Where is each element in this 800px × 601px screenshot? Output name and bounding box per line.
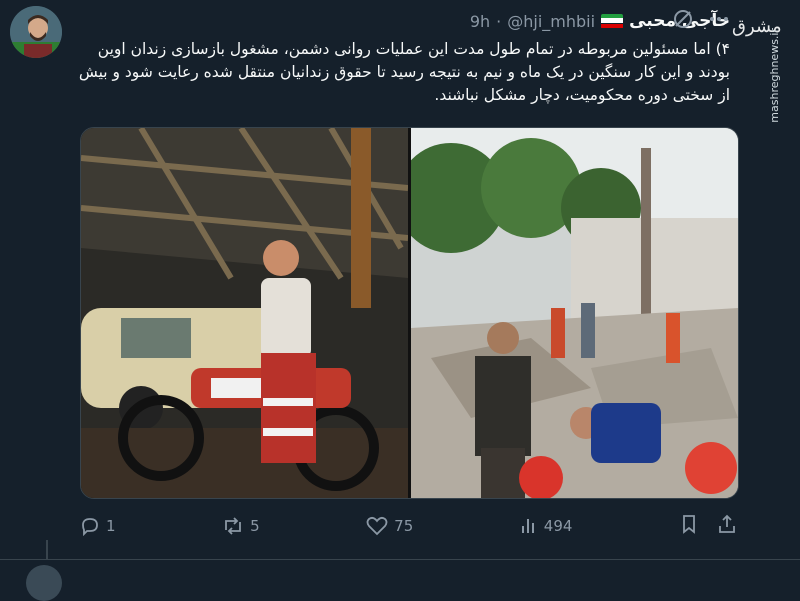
more-icon[interactable]	[708, 8, 730, 34]
next-tweet-avatar[interactable]	[26, 565, 62, 601]
bookmark-icon[interactable]	[679, 514, 699, 538]
tweet-media[interactable]	[80, 127, 739, 499]
repost-button[interactable]: 5	[222, 516, 260, 536]
mashregh-watermark: مشرق mashreghnews.ir	[730, 6, 790, 126]
separator-dot: ·	[496, 11, 502, 31]
share-icon[interactable]	[717, 514, 737, 538]
repost-count: 5	[250, 517, 260, 535]
photo-rescuer-on-motorcycle[interactable]	[81, 128, 408, 498]
like-button[interactable]: 75	[366, 516, 413, 536]
views-icon	[520, 517, 538, 535]
tweet-card[interactable]: حآجی محبی @hji_mhbii · 9h مشرق mashreghn…	[0, 0, 800, 560]
views-button[interactable]: 494	[520, 517, 573, 535]
repost-icon	[222, 516, 244, 536]
top-actions	[672, 8, 730, 34]
reply-icon	[80, 516, 100, 536]
thread-line	[46, 540, 48, 560]
photo-collapsed-building[interactable]	[411, 128, 738, 498]
watermark-url: mashreghnews.ir	[768, 28, 781, 123]
author-handle[interactable]: @hji_mhbii	[507, 12, 595, 31]
grok-icon[interactable]	[672, 8, 694, 34]
tweet-divider	[0, 559, 800, 560]
like-icon	[366, 516, 388, 536]
reply-button[interactable]: 1	[80, 516, 116, 536]
iran-flag-icon	[601, 13, 624, 29]
tweet-time[interactable]: 9h	[470, 12, 490, 31]
tweet-text: ۴) اما مسئولین مربوطه در تمام طول مدت ای…	[78, 40, 730, 104]
secondary-actions	[679, 514, 737, 538]
views-count: 494	[543, 517, 573, 535]
tweet-header: حآجی محبی @hji_mhbii · 9h	[70, 8, 730, 34]
like-count: 75	[394, 517, 414, 535]
author-avatar[interactable]	[10, 6, 62, 58]
reply-count: 1	[106, 517, 116, 535]
tweet-actions: 1 5 75 494	[80, 512, 737, 540]
